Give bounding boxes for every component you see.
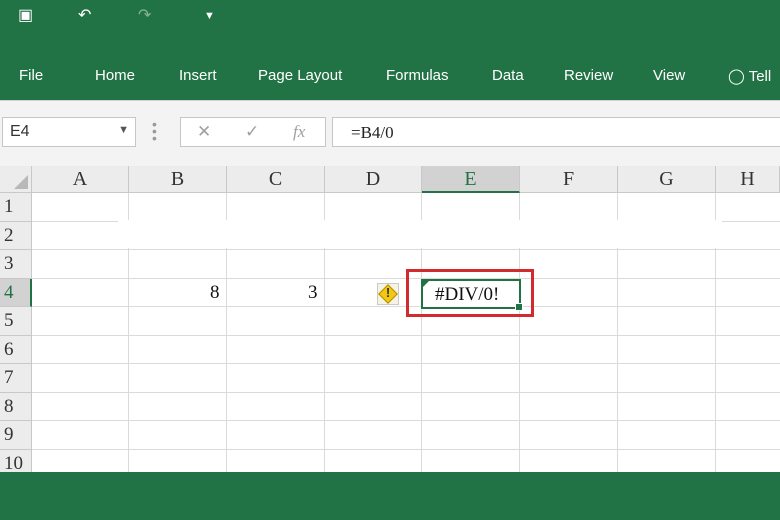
active-cell-e4[interactable]: #DIV/0! (421, 279, 523, 311)
grid-line (32, 335, 780, 336)
row-header-5[interactable]: 5 (0, 307, 32, 336)
column-header-b[interactable]: B (129, 166, 227, 193)
chevron-down-icon[interactable]: ▼ (118, 124, 129, 136)
exclamation-icon: ! (385, 285, 391, 300)
row-header-10[interactable]: 10 (0, 450, 32, 472)
error-indicator-icon (423, 281, 429, 287)
name-box-value: E4 (10, 123, 30, 140)
function-icon[interactable]: fx (293, 122, 305, 142)
tab-view[interactable]: View (653, 67, 685, 84)
worksheet-grid[interactable]: A B C D E F G H 1 2 3 4 5 6 7 8 9 10 8 3… (0, 166, 780, 472)
fill-handle[interactable] (515, 303, 523, 311)
undo-icon[interactable]: ↶ (78, 8, 91, 24)
grid-line (32, 363, 780, 364)
row-header-8[interactable]: 8 (0, 393, 32, 421)
column-header-c[interactable]: C (227, 166, 325, 193)
tab-page-layout[interactable]: Page Layout (258, 67, 342, 84)
formula-text: =B4/0 (351, 123, 394, 142)
splitter-handle[interactable]: • • • (152, 117, 157, 145)
row-header-3[interactable]: 3 (0, 250, 32, 279)
customize-qat-icon[interactable]: ▼ (204, 8, 215, 24)
row-header-2[interactable]: 2 (0, 222, 32, 250)
column-header-e[interactable]: E (422, 166, 520, 193)
lightbulb-icon: ◯ (728, 68, 745, 85)
redo-icon[interactable]: ↷ (138, 8, 151, 24)
save-icon[interactable]: ▣ (18, 8, 33, 24)
column-header-a[interactable]: A (32, 166, 129, 193)
row-header-9[interactable]: 9 (0, 421, 32, 450)
cell-b4[interactable]: 8 (210, 282, 220, 304)
formula-input[interactable]: =B4/0 (332, 117, 780, 147)
tab-formulas[interactable]: Formulas (386, 67, 449, 84)
tab-home[interactable]: Home (95, 67, 135, 84)
error-warning-button[interactable]: ! (377, 283, 399, 305)
cell-e4-value: #DIV/0! (435, 284, 500, 305)
tell-me-search[interactable]: ◯ Tell (728, 67, 771, 85)
column-header-g[interactable]: G (618, 166, 716, 193)
row-header-4[interactable]: 4 (0, 279, 32, 307)
row-header-7[interactable]: 7 (0, 364, 32, 393)
name-box[interactable]: E4 ▼ (2, 117, 136, 147)
grid-line (32, 449, 780, 450)
tab-file[interactable]: File (19, 67, 43, 84)
select-all-icon (14, 175, 28, 189)
tab-data[interactable]: Data (492, 67, 524, 84)
column-header-h[interactable]: H (716, 166, 780, 193)
column-header-f[interactable]: F (520, 166, 618, 193)
formula-bar: E4 ▼ • • • ✕ ✓ fx =B4/0 (0, 100, 780, 167)
tab-review[interactable]: Review (564, 67, 613, 84)
cell-c4[interactable]: 3 (308, 282, 318, 304)
cancel-icon[interactable]: ✕ (197, 122, 211, 142)
ribbon: File Home Insert Page Layout Formulas Da… (0, 34, 780, 100)
column-header-d[interactable]: D (325, 166, 422, 193)
row-header-6[interactable]: 6 (0, 336, 32, 364)
grid-line (32, 392, 780, 393)
tell-me-label: Tell (748, 68, 772, 85)
enter-icon[interactable]: ✓ (245, 122, 259, 142)
formula-buttons: ✕ ✓ fx (180, 117, 326, 147)
quick-access-toolbar: ▣ ↶ ↷ ▼ (0, 0, 780, 35)
tab-insert[interactable]: Insert (179, 67, 217, 84)
row-2-blank-band (118, 220, 722, 248)
row-header-1[interactable]: 1 (0, 193, 32, 222)
select-all-button[interactable] (0, 166, 32, 193)
grid-line (32, 249, 780, 250)
grid-line (32, 420, 780, 421)
